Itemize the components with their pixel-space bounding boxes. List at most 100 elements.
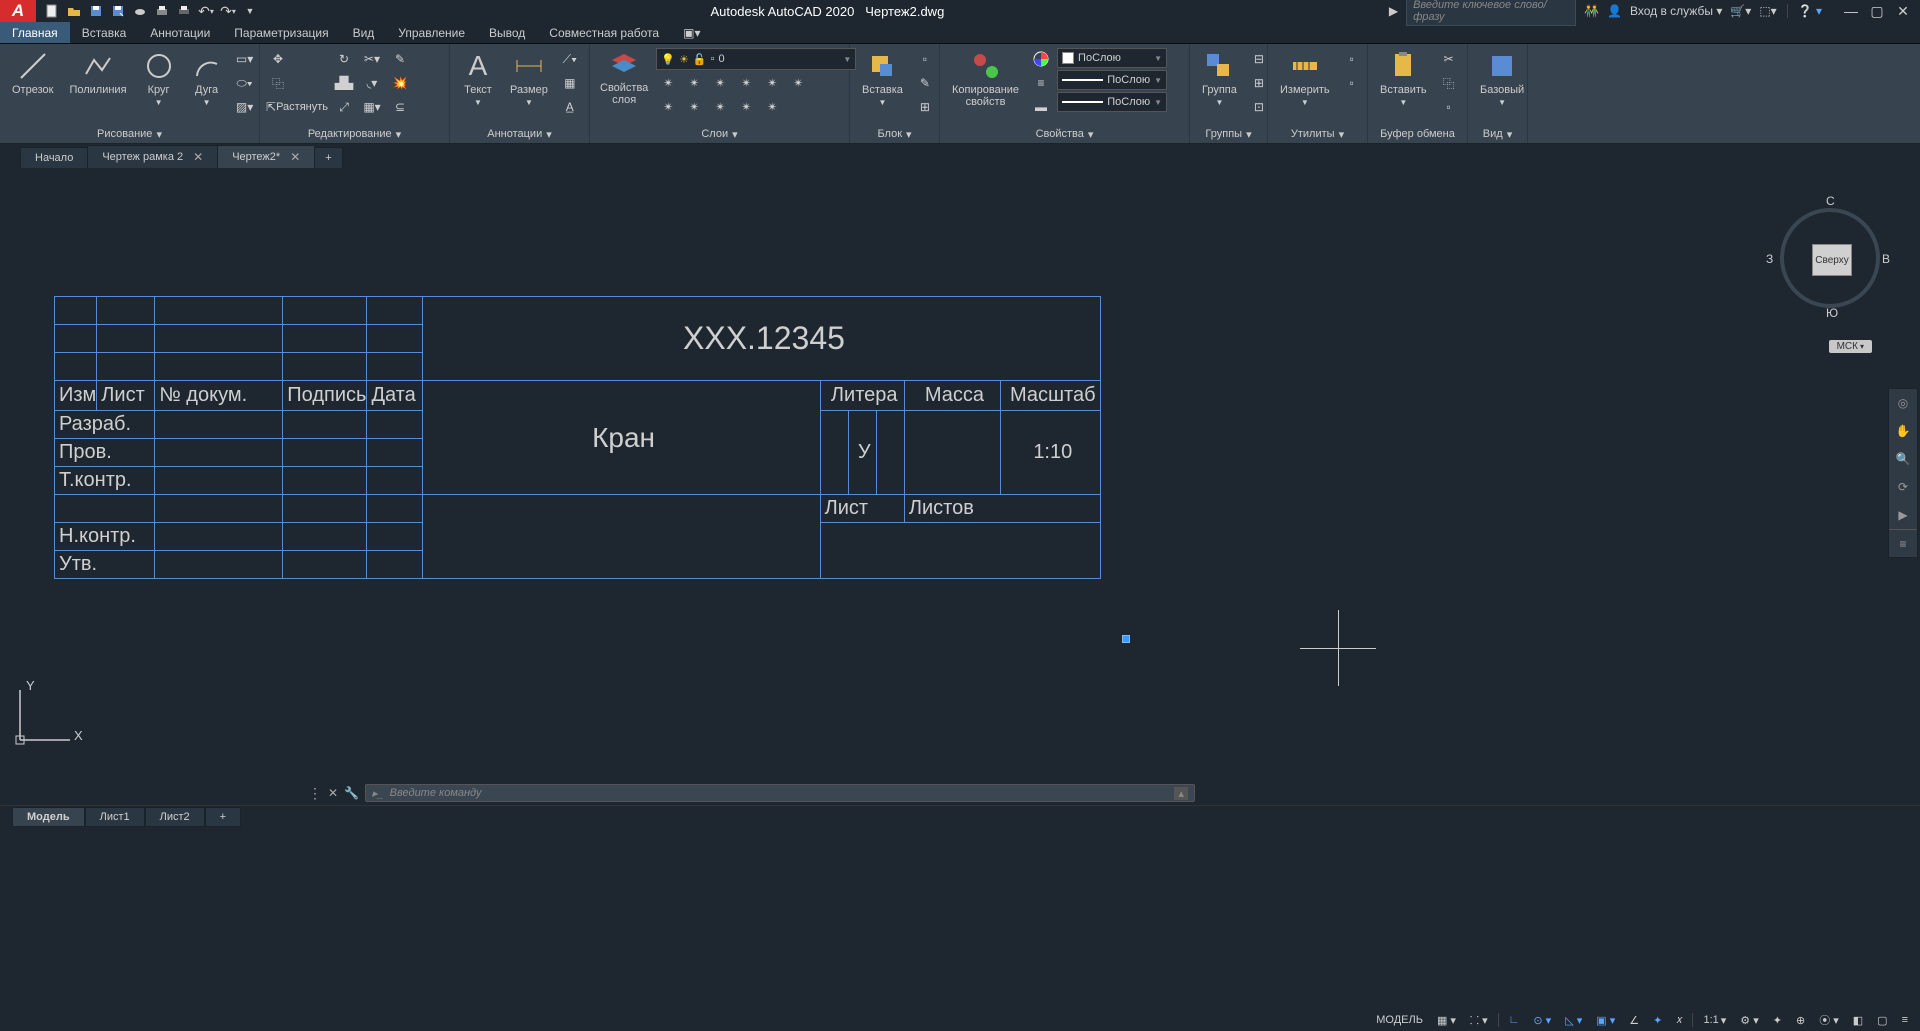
undo-icon[interactable]: ↶▾	[196, 1, 216, 21]
panel-group-label[interactable]: Группы ▾	[1190, 125, 1267, 143]
layer-props-button[interactable]: Свойства слоя	[596, 48, 652, 118]
cloud-icon[interactable]	[130, 1, 150, 21]
layer-tool-6[interactable]: ✴	[786, 72, 810, 94]
util-1-icon[interactable]: ▫	[1340, 48, 1364, 70]
tab-manage[interactable]: Управление	[386, 22, 477, 43]
redo-icon[interactable]: ↷▾	[218, 1, 238, 21]
drawing-canvas[interactable]: ХХХ.12345 Изм Лист № докум. Подпись Дата…	[0, 168, 1920, 781]
help-icon[interactable]: ❔ ▾	[1798, 4, 1822, 18]
layer-tool-10[interactable]: ✴	[734, 96, 758, 118]
match-props-button[interactable]: Копирование свойств	[946, 48, 1025, 110]
tab-main[interactable]: Главная	[0, 22, 70, 43]
tab-collab[interactable]: Совместная работа	[537, 22, 671, 43]
edit-block-icon[interactable]: ✎	[913, 72, 937, 94]
viewcube[interactable]: Сверху С Ю З В	[1770, 198, 1890, 318]
viewport[interactable]: [−][Сверху][2D-каркас] — ▣ ✕ ХХХ.12345 И…	[0, 168, 1920, 781]
linetype-icon[interactable]: ≡	[1029, 72, 1053, 94]
nav-orbit-icon[interactable]: ⟳	[1889, 473, 1917, 501]
layout-tab-sheet1[interactable]: Лист1	[85, 807, 145, 827]
wcs-chip[interactable]: МСК▾	[1829, 340, 1872, 353]
paste-button[interactable]: Вставить▼	[1374, 48, 1433, 109]
app-icon[interactable]: A	[0, 0, 36, 22]
circle-button[interactable]: Круг▼	[137, 48, 181, 109]
ortho-toggle-icon[interactable]: ∟	[1503, 1012, 1526, 1028]
create-block-icon[interactable]: ▫	[913, 48, 937, 70]
table-icon[interactable]: ▦	[558, 72, 582, 94]
trim-icon[interactable]: ✂▾	[360, 48, 384, 70]
layer-tool-9[interactable]: ✴	[708, 96, 732, 118]
layout-tab-sheet2[interactable]: Лист2	[145, 807, 205, 827]
color-combo[interactable]: ПоСлою	[1057, 48, 1167, 68]
maximize-button[interactable]: ▢	[1866, 2, 1888, 20]
layer-tool-5[interactable]: ✴	[760, 72, 784, 94]
open-icon[interactable]	[64, 1, 84, 21]
mtext-icon[interactable]: A̲	[558, 96, 582, 118]
panel-block-label[interactable]: Блок ▾	[850, 125, 939, 143]
cmd-config-icon[interactable]: 🔧	[344, 786, 359, 800]
explode-icon[interactable]: 💥	[388, 72, 412, 94]
tab-view[interactable]: Вид	[341, 22, 387, 43]
cmd-handle-icon[interactable]: ⋮	[308, 785, 322, 802]
user-icon[interactable]: 👤	[1607, 4, 1622, 18]
layout-tab-model[interactable]: Модель	[12, 807, 85, 827]
cart-icon[interactable]: 🛒▾	[1730, 4, 1751, 18]
selection-grip[interactable]	[1122, 635, 1130, 643]
stretch-button[interactable]: ⇱ Растянуть	[266, 96, 328, 118]
osnap-toggle-icon[interactable]: ▣ ▾	[1590, 1012, 1621, 1029]
panel-props-label[interactable]: Свойства ▾	[940, 125, 1189, 143]
erase-icon[interactable]: ✎	[388, 48, 412, 70]
nav-more-icon[interactable]: ≡	[1889, 529, 1917, 557]
layer-combo[interactable]: 💡☀🔓▫0	[656, 48, 856, 70]
doc-tab-start[interactable]: Начало	[20, 147, 88, 168]
login-link[interactable]: Вход в службы ▾	[1630, 4, 1722, 18]
qat-more-icon[interactable]: ▼	[240, 1, 260, 21]
layer-tool-3[interactable]: ✴	[708, 72, 732, 94]
offset-icon[interactable]: ⊆	[388, 96, 412, 118]
isolate-icon[interactable]: ◧	[1847, 1012, 1869, 1029]
ucs-icon[interactable]: Y X	[12, 682, 82, 755]
grid-toggle-icon[interactable]: ▦ ▾	[1431, 1012, 1462, 1029]
copy-icon[interactable]: ⿻	[266, 72, 290, 94]
panel-util-label[interactable]: Утилиты ▾	[1268, 125, 1367, 143]
panel-layers-label[interactable]: Слои ▾	[590, 125, 849, 143]
doc-tab-frame[interactable]: Чертеж рамка 2✕	[87, 145, 218, 168]
ellipse-icon[interactable]: ⬭▾	[233, 72, 257, 94]
panel-anno-label[interactable]: Аннотации ▾	[450, 125, 589, 143]
layer-tool-2[interactable]: ✴	[682, 72, 706, 94]
text-button[interactable]: AТекст▼	[456, 48, 500, 109]
search-input[interactable]: Введите ключевое слово/фразу	[1406, 0, 1576, 26]
panel-view-label[interactable]: Вид ▾	[1468, 125, 1527, 143]
rotate-icon[interactable]: ↻	[332, 48, 356, 70]
rectangle-icon[interactable]: ▭▾	[233, 48, 257, 70]
baseview-button[interactable]: Базовый▼	[1474, 48, 1530, 109]
layer-tool-8[interactable]: ✴	[682, 96, 706, 118]
layer-tool-7[interactable]: ✴	[656, 96, 680, 118]
hatch-icon[interactable]: ▨▾	[233, 96, 257, 118]
minimize-button[interactable]: —	[1840, 2, 1862, 20]
hardware-accel-icon[interactable]: ⦿ ▾	[1813, 1010, 1845, 1030]
lineweight-icon[interactable]: ▬	[1029, 96, 1053, 118]
saveas-icon[interactable]	[108, 1, 128, 21]
mirror-icon[interactable]: ▟▙	[332, 72, 356, 94]
workspace-icon[interactable]: ⚙ ▾	[1734, 1012, 1764, 1029]
plot-icon[interactable]	[152, 1, 172, 21]
tab-parametric[interactable]: Параметризация	[222, 22, 340, 43]
layer-tool-4[interactable]: ✴	[734, 72, 758, 94]
close-icon[interactable]: ✕	[193, 150, 203, 164]
measure-button[interactable]: Измерить▼	[1274, 48, 1336, 109]
scale-icon[interactable]: ⤢	[332, 96, 356, 118]
doc-tab-add[interactable]: +	[314, 147, 342, 168]
anno-autoscale-icon[interactable]: ⊕	[1790, 1012, 1811, 1029]
otrack-toggle-icon[interactable]: ∠	[1623, 1012, 1645, 1029]
panel-edit-label[interactable]: Редактирование ▾	[260, 125, 449, 143]
layout-tab-add[interactable]: +	[205, 807, 241, 827]
leader-icon[interactable]: ⟋▾	[558, 48, 582, 70]
lwt-toggle-icon[interactable]: 𝑥	[1670, 1012, 1688, 1029]
lineweight-combo[interactable]: ПоСлою	[1057, 70, 1167, 90]
connect-icon[interactable]: 👬	[1584, 4, 1599, 18]
copy-clip-icon[interactable]: ⿻	[1437, 72, 1461, 94]
tab-annotate[interactable]: Аннотации	[138, 22, 222, 43]
insert-button[interactable]: Вставка▼	[856, 48, 909, 109]
snap-toggle-icon[interactable]: ⸬ ▾	[1464, 1011, 1494, 1030]
nav-pan-icon[interactable]: ✋	[1889, 417, 1917, 445]
